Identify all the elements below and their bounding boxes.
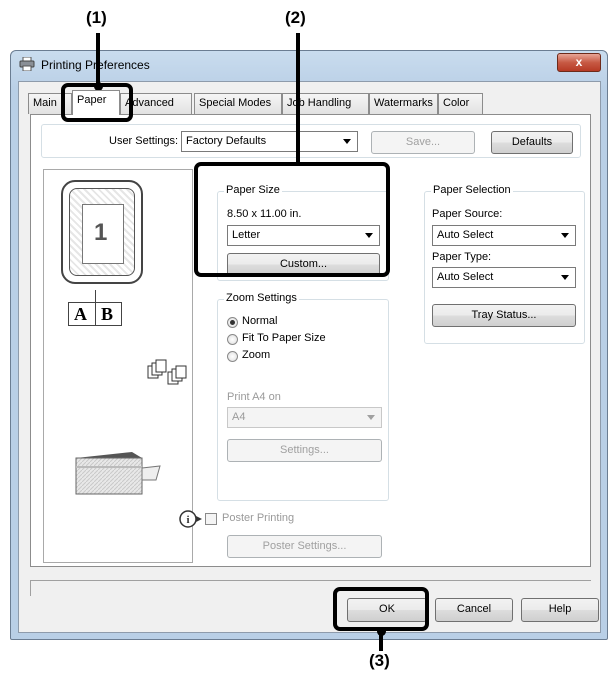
callout-2: (2) bbox=[285, 8, 306, 27]
page-number: 1 bbox=[94, 219, 108, 246]
zoom-normal-label: Normal bbox=[242, 315, 278, 327]
print-on-select[interactable]: A4 bbox=[227, 407, 382, 428]
paper-source-select[interactable]: Auto Select bbox=[432, 225, 576, 246]
paper-selection-title: Paper Selection bbox=[431, 184, 513, 196]
defaults-button[interactable]: Defaults bbox=[491, 131, 573, 154]
paper-type-select[interactable]: Auto Select bbox=[432, 267, 576, 288]
chevron-down-icon bbox=[561, 233, 569, 238]
tab-watermarks[interactable]: Watermarks bbox=[369, 93, 438, 114]
zoom-settings-title: Zoom Settings bbox=[224, 292, 299, 304]
tab-color[interactable]: Color bbox=[438, 93, 483, 114]
book-left-letter: A bbox=[74, 304, 87, 324]
zoom-zoom-label: Zoom bbox=[242, 349, 271, 361]
book-icon: A B bbox=[68, 302, 122, 326]
book-right-letter: B bbox=[101, 304, 114, 324]
title-bar: Printing Preferences x bbox=[11, 51, 607, 79]
user-settings-value: Factory Defaults bbox=[186, 135, 267, 147]
callout-1-leader bbox=[96, 33, 100, 83]
print-on-value: A4 bbox=[232, 411, 246, 423]
poster-settings-button[interactable]: Poster Settings... bbox=[227, 535, 382, 558]
chevron-down-icon bbox=[561, 275, 569, 280]
zoom-zoom-radio[interactable] bbox=[227, 351, 238, 362]
user-settings-select[interactable]: Factory Defaults bbox=[181, 131, 358, 152]
poster-printing-label: Poster Printing bbox=[222, 512, 295, 524]
zoom-fit-radio[interactable] bbox=[227, 334, 238, 345]
paper-type-label: Paper Type: bbox=[432, 251, 492, 263]
zoom-settings-button[interactable]: Settings... bbox=[227, 439, 382, 462]
printer-icon bbox=[19, 56, 35, 72]
printer-device-icon bbox=[70, 438, 162, 496]
tab-paper[interactable]: Paper bbox=[72, 90, 120, 115]
user-settings-label: User Settings: bbox=[109, 135, 179, 147]
callout-3-dot bbox=[377, 627, 386, 636]
info-icon: i bbox=[179, 509, 203, 529]
paper-source-value: Auto Select bbox=[437, 229, 494, 241]
poster-printing-checkbox[interactable] bbox=[205, 513, 217, 525]
cancel-button[interactable]: Cancel bbox=[435, 598, 513, 622]
callout-2-leader bbox=[296, 33, 300, 162]
callout-2-highlight bbox=[194, 162, 390, 277]
paper-type-value: Auto Select bbox=[437, 271, 494, 283]
status-strip bbox=[30, 580, 591, 596]
zoom-normal-radio[interactable] bbox=[227, 317, 238, 328]
print-on-label: Print A4 on bbox=[227, 391, 281, 403]
copies-icon bbox=[146, 358, 190, 386]
zoom-fit-label: Fit To Paper Size bbox=[242, 332, 326, 344]
printing-preferences-window: Printing Preferences x Main Paper Advanc… bbox=[10, 50, 608, 640]
paper-source-label: Paper Source: bbox=[432, 208, 503, 220]
tab-special-modes[interactable]: Special Modes bbox=[194, 93, 282, 114]
tray-status-button[interactable]: Tray Status... bbox=[432, 304, 576, 327]
preview-pane: 1 A B bbox=[43, 169, 193, 563]
svg-text:i: i bbox=[186, 514, 189, 526]
chevron-down-icon bbox=[343, 139, 351, 144]
callout-3-highlight bbox=[333, 587, 429, 631]
callout-1: (1) bbox=[86, 8, 107, 27]
callout-3: (3) bbox=[369, 651, 390, 670]
save-button[interactable]: Save... bbox=[371, 131, 475, 154]
page-preview-icon: 1 bbox=[61, 180, 143, 284]
close-button[interactable]: x bbox=[557, 53, 601, 72]
help-button[interactable]: Help bbox=[521, 598, 599, 622]
chevron-down-icon bbox=[367, 415, 375, 420]
